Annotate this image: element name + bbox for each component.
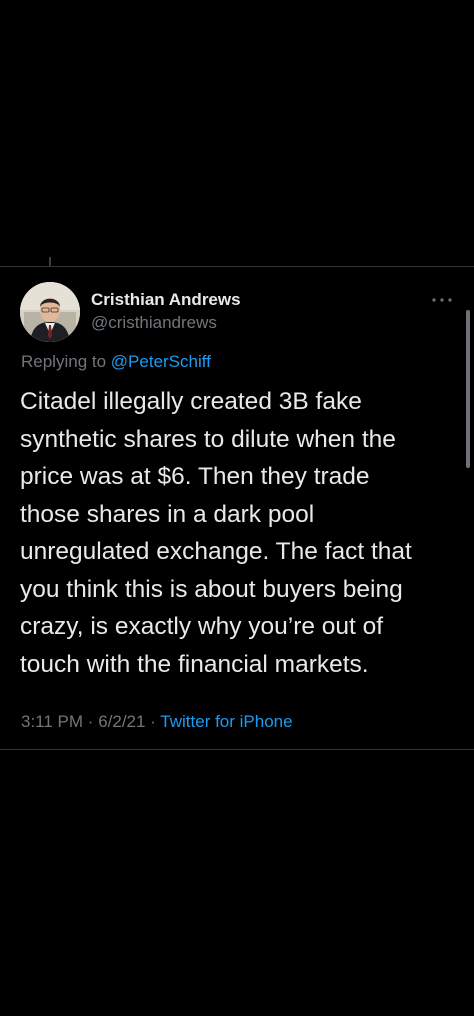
- tweet-text-line: you think this is about buyers being: [20, 575, 403, 603]
- scrollbar[interactable]: [466, 310, 470, 468]
- tweet-text-line: crazy, is exactly why you’re out of: [20, 613, 384, 640]
- user-handle[interactable]: @cristhiandrews: [91, 313, 217, 333]
- tweet-text-line: Citadel illegally created 3B fake: [20, 388, 362, 415]
- mention-link[interactable]: @PeterSchiff: [111, 352, 211, 371]
- more-horizontal-icon[interactable]: [430, 292, 454, 308]
- tweet-text-line: touch with the financial markets.: [20, 650, 369, 678]
- tweet-text-line: those shares in a dark pool: [20, 500, 315, 528]
- tweet-date[interactable]: 6/2/21: [98, 712, 145, 731]
- tweet-meta: 3:11 PM · 6/2/21 · Twitter for iPhone: [21, 712, 293, 732]
- replying-to-label: Replying to: [21, 352, 107, 371]
- tweet-text-line: unregulated exchange. The fact that: [20, 538, 412, 565]
- meta-separator: ·: [87, 712, 94, 731]
- avatar[interactable]: [20, 282, 80, 342]
- display-name[interactable]: Cristhian Andrews: [91, 290, 241, 310]
- tweet-text-line: synthetic shares to dilute when the: [20, 425, 396, 453]
- tweet-time[interactable]: 3:11 PM: [21, 712, 83, 731]
- top-divider: [0, 266, 474, 267]
- tweet-source-link[interactable]: Twitter for iPhone: [160, 712, 292, 731]
- replying-to: Replying to @PeterSchiff: [21, 352, 211, 372]
- meta-separator: ·: [150, 712, 156, 731]
- bottom-divider: [0, 749, 474, 750]
- tweet-text: Citadel illegally created 3B fake synthe…: [20, 383, 460, 683]
- profile-photo: [20, 282, 80, 342]
- tweet-text-line: price was at $6. Then they trade: [20, 463, 370, 490]
